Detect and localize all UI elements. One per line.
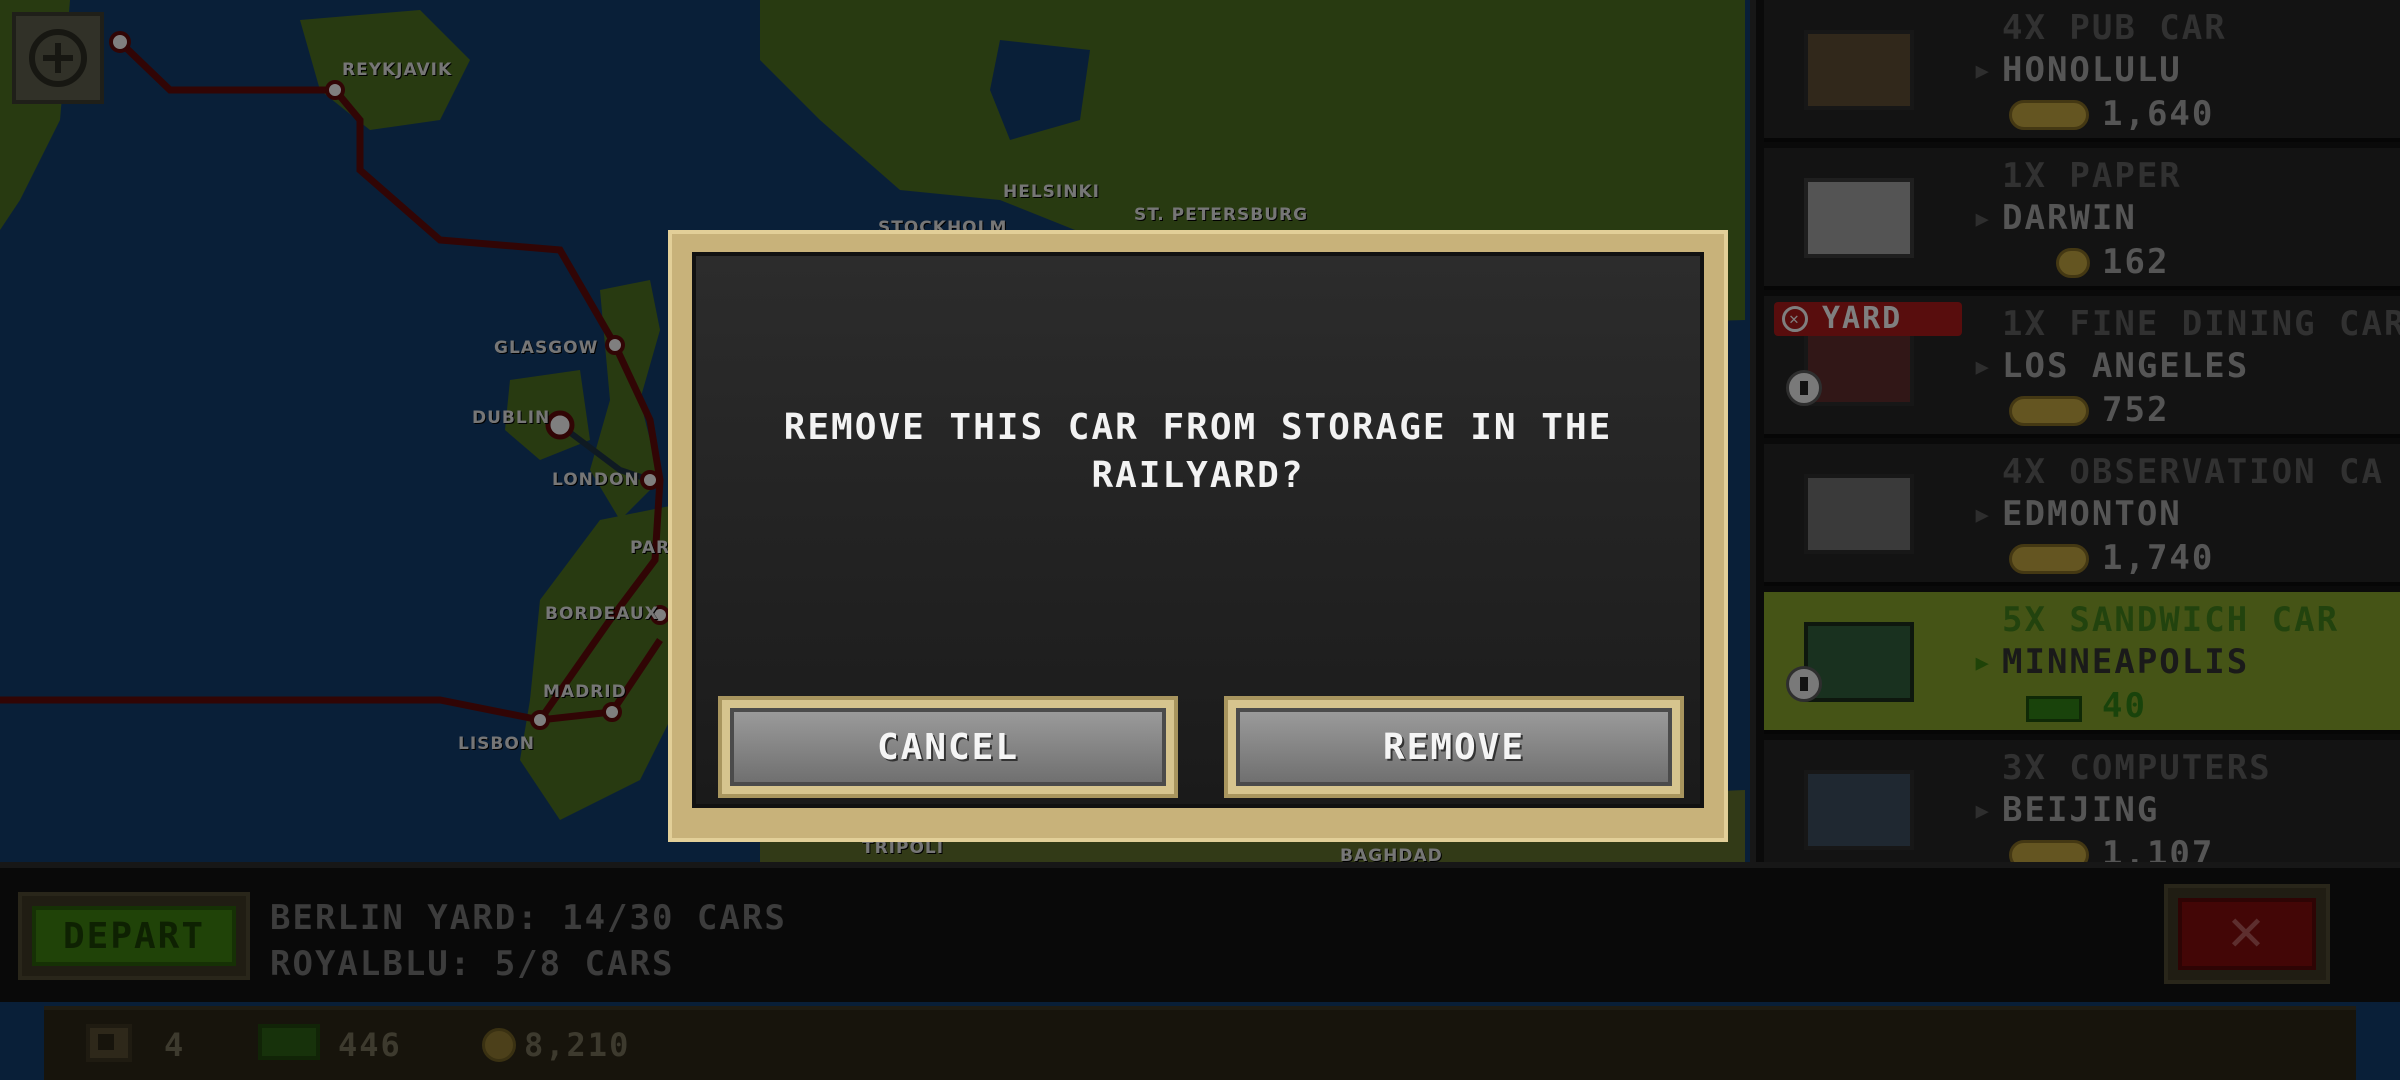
cancel-button-frame: CANCEL	[718, 696, 1178, 798]
remove-button[interactable]: REMOVE	[1236, 708, 1672, 786]
remove-car-dialog: REMOVE THIS CAR FROM STORAGE IN THE RAIL…	[668, 230, 1728, 842]
dialog-message: REMOVE THIS CAR FROM STORAGE IN THE RAIL…	[783, 407, 1613, 496]
remove-button-frame: REMOVE	[1224, 696, 1684, 798]
cancel-button[interactable]: CANCEL	[730, 708, 1166, 786]
